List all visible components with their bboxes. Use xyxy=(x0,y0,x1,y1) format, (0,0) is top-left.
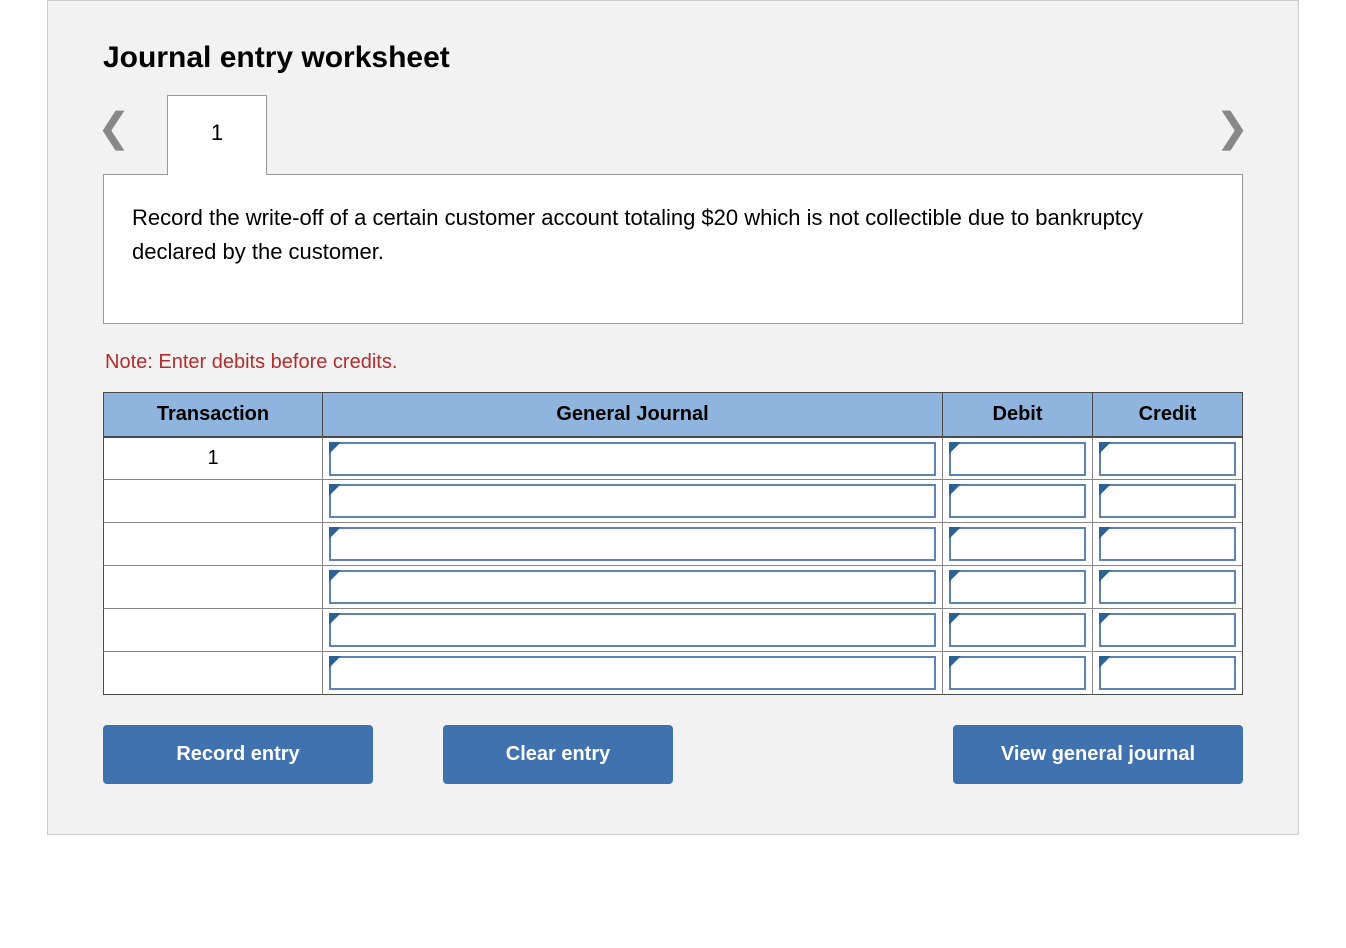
general-journal-dropdown[interactable] xyxy=(329,484,936,518)
debit-input[interactable] xyxy=(949,527,1086,561)
credit-cell[interactable] xyxy=(1093,523,1243,566)
button-row: Record entry Clear entry View general jo… xyxy=(103,725,1243,784)
credit-input[interactable] xyxy=(1099,613,1236,647)
credit-cell[interactable] xyxy=(1093,437,1243,480)
debit-input[interactable] xyxy=(949,613,1086,647)
table-row xyxy=(103,523,1243,566)
chevron-left-icon[interactable]: ❮ xyxy=(97,105,131,151)
tab-1[interactable]: 1 xyxy=(167,95,267,175)
transaction-cell xyxy=(103,480,323,523)
header-transaction: Transaction xyxy=(103,392,323,437)
transaction-cell: 1 xyxy=(103,437,323,480)
instruction-box: Record the write-off of a certain custom… xyxy=(103,174,1243,324)
debit-input[interactable] xyxy=(949,570,1086,604)
general-journal-dropdown[interactable] xyxy=(329,613,936,647)
transaction-cell xyxy=(103,566,323,609)
table-row xyxy=(103,652,1243,695)
credit-cell[interactable] xyxy=(1093,609,1243,652)
debit-cell[interactable] xyxy=(943,566,1093,609)
credit-cell[interactable] xyxy=(1093,480,1243,523)
general-journal-dropdown[interactable] xyxy=(329,656,936,690)
credit-input[interactable] xyxy=(1099,656,1236,690)
header-debit: Debit xyxy=(943,392,1093,437)
general-journal-dropdown[interactable] xyxy=(329,527,936,561)
credit-input[interactable] xyxy=(1099,570,1236,604)
general-journal-dropdown[interactable] xyxy=(329,570,936,604)
page-title: Journal entry worksheet xyxy=(103,41,1243,75)
note-text: Note: Enter debits before credits. xyxy=(105,351,1243,374)
view-general-journal-button[interactable]: View general journal xyxy=(953,725,1243,784)
general-journal-cell[interactable] xyxy=(323,523,943,566)
debit-input[interactable] xyxy=(949,656,1086,690)
table-row: 1 xyxy=(103,437,1243,480)
instruction-text: Record the write-off of a certain custom… xyxy=(132,205,1143,264)
transaction-cell xyxy=(103,523,323,566)
general-journal-cell[interactable] xyxy=(323,437,943,480)
credit-input[interactable] xyxy=(1099,484,1236,518)
header-credit: Credit xyxy=(1093,392,1243,437)
journal-table: Transaction General Journal Debit Credit… xyxy=(103,392,1243,695)
table-row xyxy=(103,566,1243,609)
worksheet-panel: Journal entry worksheet ❮ 1 ❯ Record the… xyxy=(47,0,1299,835)
record-entry-button[interactable]: Record entry xyxy=(103,725,373,784)
credit-input[interactable] xyxy=(1099,442,1236,476)
credit-input[interactable] xyxy=(1099,527,1236,561)
clear-entry-button[interactable]: Clear entry xyxy=(443,725,673,784)
debit-cell[interactable] xyxy=(943,609,1093,652)
table-row xyxy=(103,609,1243,652)
tab-mask xyxy=(168,174,266,176)
general-journal-cell[interactable] xyxy=(323,609,943,652)
credit-cell[interactable] xyxy=(1093,652,1243,695)
general-journal-cell[interactable] xyxy=(323,652,943,695)
debit-input[interactable] xyxy=(949,484,1086,518)
header-general-journal: General Journal xyxy=(323,392,943,437)
general-journal-cell[interactable] xyxy=(323,480,943,523)
chevron-right-icon[interactable]: ❯ xyxy=(1215,105,1249,151)
spacer xyxy=(673,725,953,784)
general-journal-dropdown[interactable] xyxy=(329,442,936,476)
debit-cell[interactable] xyxy=(943,652,1093,695)
debit-cell[interactable] xyxy=(943,480,1093,523)
debit-input[interactable] xyxy=(949,442,1086,476)
credit-cell[interactable] xyxy=(1093,566,1243,609)
debit-cell[interactable] xyxy=(943,437,1093,480)
transaction-cell xyxy=(103,609,323,652)
transaction-cell xyxy=(103,652,323,695)
tab-nav: ❮ 1 ❯ xyxy=(103,95,1243,183)
table-row xyxy=(103,480,1243,523)
general-journal-cell[interactable] xyxy=(323,566,943,609)
debit-cell[interactable] xyxy=(943,523,1093,566)
